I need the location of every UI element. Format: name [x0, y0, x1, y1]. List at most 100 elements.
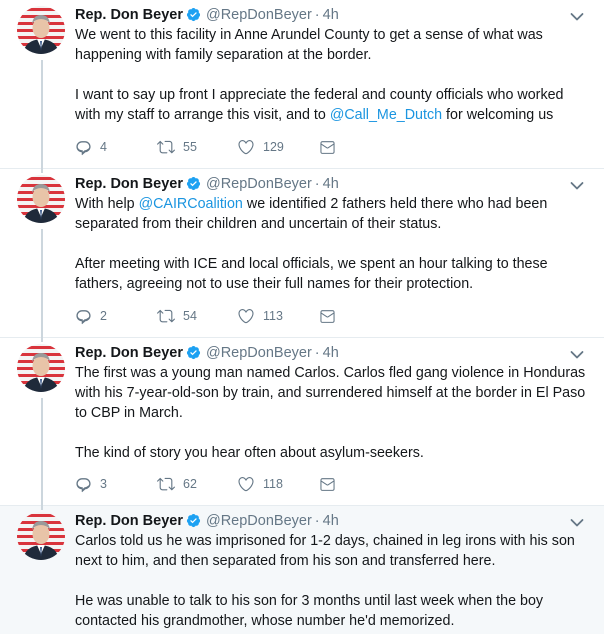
reply-count: 2 [100, 309, 107, 323]
tweet-text-line [75, 65, 592, 85]
tweet-text-fragment: with my staff to arrange this visit, and… [75, 107, 330, 123]
tweet-text-line: contacted his grandmother, whose number … [75, 613, 455, 629]
tweet-text-line: separated from their children and uncert… [75, 216, 442, 232]
avatar[interactable] [17, 344, 65, 392]
timestamp[interactable]: 4h [323, 345, 339, 361]
author-handle[interactable]: @RepDonBeyer [206, 513, 312, 529]
reply-icon [75, 476, 92, 493]
reply-icon [75, 139, 92, 156]
tweet-text-line: fathers, agreeing not to use their full … [75, 276, 474, 292]
reply-count: 3 [100, 477, 107, 491]
author-name[interactable]: Rep. Don Beyer [75, 513, 183, 529]
like-button[interactable]: 129 [237, 138, 319, 156]
direct-message-button[interactable] [319, 308, 336, 325]
tweet-text-line [75, 423, 592, 443]
tweet-text-line: happening with family separation at the … [75, 47, 372, 63]
envelope-icon [319, 139, 336, 156]
chevron-down-icon[interactable] [570, 518, 584, 528]
tweet-text-line: He was unable to talk to his son for 3 m… [75, 593, 544, 609]
retweet-count: 54 [183, 309, 197, 323]
heart-icon [237, 475, 255, 493]
mention-link[interactable]: @Call_Me_Dutch [330, 107, 442, 123]
tweet-text-line: Carlos told us he was imprisoned for 1-2… [75, 533, 575, 549]
tweet-text-line: With help @CAIRCoalition we identified 2… [75, 194, 592, 214]
tweet-text-line: After meeting with ICE and local officia… [75, 256, 548, 272]
retweet-button[interactable]: 55 [157, 138, 237, 156]
avatar[interactable] [17, 175, 65, 223]
reply-button[interactable]: 4 [75, 139, 157, 156]
like-count: 129 [263, 140, 284, 154]
reply-icon [75, 308, 92, 325]
chevron-down-icon[interactable] [570, 12, 584, 22]
retweet-button[interactable]: 54 [157, 307, 237, 325]
tweet-text: We went to this facility in Anne Arundel… [75, 25, 592, 125]
retweet-button[interactable]: 62 [157, 475, 237, 493]
tweet[interactable]: Rep. Don Beyer @RepDonBeyer · 4h We went… [0, 0, 604, 169]
reply-button[interactable]: 3 [75, 476, 157, 493]
avatar-image [17, 344, 65, 392]
chevron-down-icon[interactable] [570, 350, 584, 360]
tweet-text: Carlos told us he was imprisoned for 1-2… [75, 531, 592, 631]
like-count: 118 [263, 477, 283, 491]
tweet-text-line [75, 234, 592, 254]
envelope-icon [319, 476, 336, 493]
tweet-text: With help @CAIRCoalition we identified 2… [75, 194, 592, 294]
tweet-text-line: The first was a young man named Carlos. … [75, 365, 586, 381]
separator-dot: · [314, 512, 320, 529]
tweet-text-fragment: we identified 2 fathers held there who h… [242, 196, 548, 212]
verified-badge-icon [186, 513, 201, 528]
direct-message-button[interactable] [319, 476, 336, 493]
tweet-text-line: I want to say up front I appreciate the … [75, 87, 564, 103]
tweet-actions: 2 54 113 [75, 306, 336, 326]
verified-badge-icon [186, 176, 201, 191]
heart-icon [237, 307, 255, 325]
author-handle[interactable]: @RepDonBeyer [206, 7, 312, 23]
tweet-text-line: with my staff to arrange this visit, and… [75, 105, 592, 125]
avatar-image [17, 512, 65, 560]
reply-button[interactable]: 2 [75, 308, 157, 325]
like-button[interactable]: 113 [237, 307, 319, 325]
retweet-count: 55 [183, 140, 197, 154]
direct-message-button[interactable] [319, 139, 336, 156]
author-name[interactable]: Rep. Don Beyer [75, 345, 183, 361]
envelope-icon [319, 308, 336, 325]
timestamp[interactable]: 4h [323, 513, 339, 529]
timestamp[interactable]: 4h [323, 176, 339, 192]
author-name[interactable]: Rep. Don Beyer [75, 7, 183, 23]
avatar[interactable] [17, 512, 65, 560]
thread-line [41, 506, 43, 510]
tweet[interactable]: Rep. Don Beyer @RepDonBeyer · 4h With he… [0, 169, 604, 338]
like-button[interactable]: 118 [237, 475, 319, 493]
tweet-header: Rep. Don Beyer @RepDonBeyer · 4h [75, 174, 592, 193]
author-handle[interactable]: @RepDonBeyer [206, 176, 312, 192]
retweet-count: 62 [183, 477, 197, 491]
thread-line [41, 169, 43, 173]
thread-line [41, 338, 43, 342]
avatar-image [17, 175, 65, 223]
author-handle[interactable]: @RepDonBeyer [206, 345, 312, 361]
retweet-icon [157, 138, 175, 156]
tweet-highlighted[interactable]: Rep. Don Beyer @RepDonBeyer · 4h Carlos … [0, 506, 604, 634]
author-name[interactable]: Rep. Don Beyer [75, 176, 183, 192]
tweet-text-line: with his 7-year-old-son by train, and su… [75, 385, 586, 401]
timestamp[interactable]: 4h [323, 7, 339, 23]
tweet-text-line: We went to this facility in Anne Arundel… [75, 27, 543, 43]
tweet[interactable]: Rep. Don Beyer @RepDonBeyer · 4h The fir… [0, 338, 604, 506]
separator-dot: · [314, 344, 320, 361]
thread-line [41, 60, 43, 169]
tweet-text-fragment: With help [75, 196, 139, 212]
mention-link[interactable]: @CAIRCoalition [139, 196, 243, 212]
tweet-text: The first was a young man named Carlos. … [75, 363, 592, 463]
reply-count: 4 [100, 140, 107, 154]
like-count: 113 [263, 309, 283, 323]
tweet-text-line: next to him, and then separated from his… [75, 553, 496, 569]
avatar[interactable] [17, 6, 65, 54]
tweet-actions: 4 55 129 [75, 137, 336, 157]
chevron-down-icon[interactable] [570, 181, 584, 191]
avatar-image [17, 6, 65, 54]
separator-dot: · [314, 6, 320, 23]
retweet-icon [157, 475, 175, 493]
tweet-header: Rep. Don Beyer @RepDonBeyer · 4h [75, 5, 592, 24]
tweet-header: Rep. Don Beyer @RepDonBeyer · 4h [75, 511, 592, 530]
verified-badge-icon [186, 7, 201, 22]
